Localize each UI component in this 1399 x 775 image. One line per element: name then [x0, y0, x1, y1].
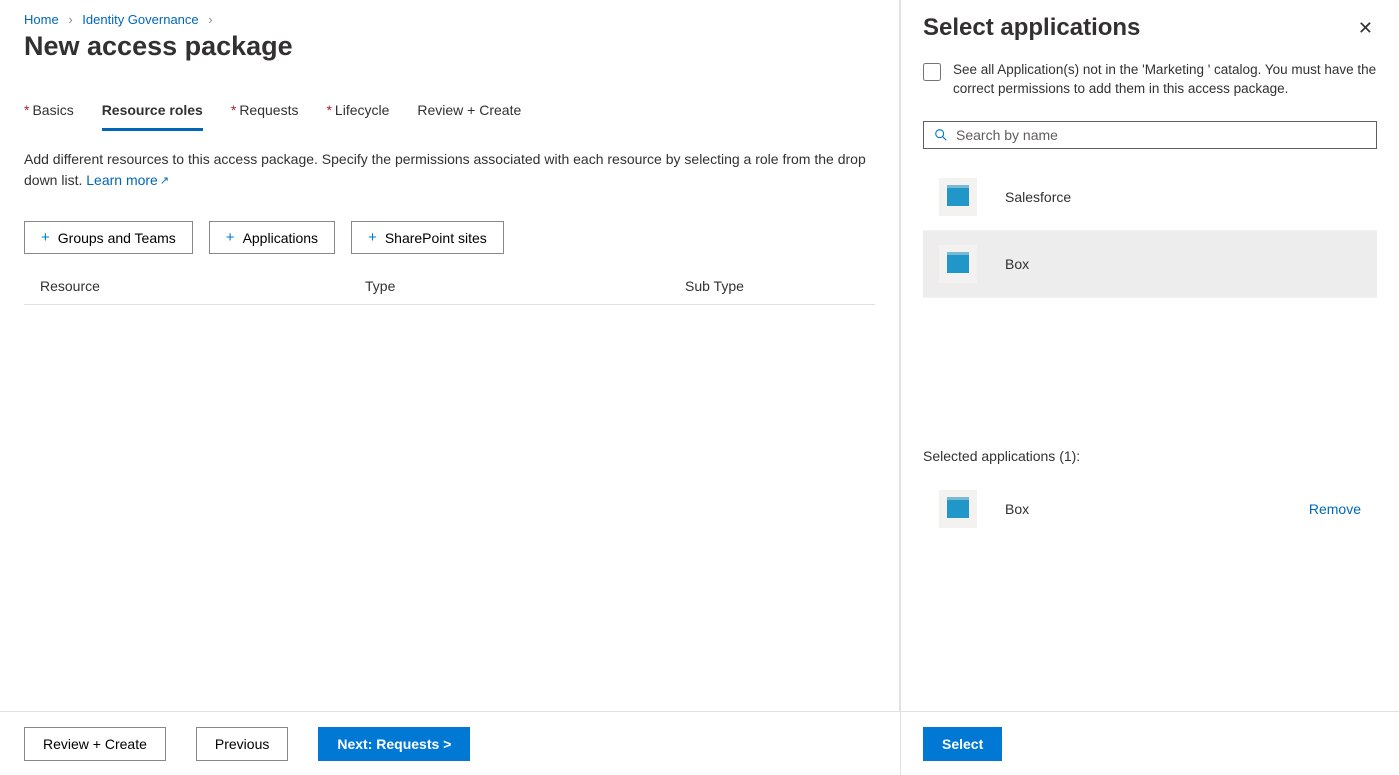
- tab-basics[interactable]: *Basics: [24, 102, 74, 131]
- see-all-checkbox[interactable]: [923, 63, 941, 81]
- panel-footer: Select: [901, 711, 1399, 775]
- next-button[interactable]: Next: Requests >: [318, 727, 470, 761]
- select-button[interactable]: Select: [923, 727, 1002, 761]
- app-icon: [939, 490, 977, 528]
- description-text: Add different resources to this access p…: [24, 149, 875, 191]
- app-icon: [939, 245, 977, 283]
- external-link-icon: ↗: [160, 175, 169, 187]
- add-groups-button[interactable]: +Groups and Teams: [24, 221, 193, 254]
- app-name: Salesforce: [1005, 189, 1071, 205]
- footer-bar: Review + Create Previous Next: Requests …: [0, 711, 900, 775]
- breadcrumb-identity-governance[interactable]: Identity Governance: [82, 12, 198, 27]
- tab-lifecycle[interactable]: *Lifecycle: [326, 102, 389, 131]
- see-all-label: See all Application(s) not in the 'Marke…: [953, 61, 1377, 99]
- table-header: Resource Type Sub Type: [24, 268, 875, 305]
- app-name: Box: [1005, 256, 1029, 272]
- app-row-salesforce[interactable]: Salesforce: [923, 164, 1377, 231]
- add-sharepoint-button[interactable]: +SharePoint sites: [351, 221, 504, 254]
- th-type: Type: [365, 278, 685, 294]
- previous-button[interactable]: Previous: [196, 727, 288, 761]
- chevron-right-icon: ›: [68, 12, 72, 27]
- search-input[interactable]: [956, 127, 1366, 143]
- app-row-box[interactable]: Box: [923, 231, 1377, 298]
- selected-app-row: Box Remove: [923, 480, 1377, 538]
- plus-icon: +: [368, 229, 377, 246]
- select-applications-panel: Select applications ✕ See all Applicatio…: [900, 0, 1399, 775]
- resource-buttons: +Groups and Teams +Applications +SharePo…: [24, 221, 875, 254]
- review-create-button[interactable]: Review + Create: [24, 727, 166, 761]
- tab-resource-roles[interactable]: Resource roles: [102, 102, 203, 131]
- add-applications-button[interactable]: +Applications: [209, 221, 335, 254]
- see-all-checkbox-row: See all Application(s) not in the 'Marke…: [923, 61, 1377, 99]
- tab-bar: *Basics Resource roles *Requests *Lifecy…: [24, 102, 875, 131]
- selected-app-name: Box: [1005, 501, 1281, 517]
- tab-requests[interactable]: *Requests: [231, 102, 299, 131]
- plus-icon: +: [41, 229, 50, 246]
- chevron-right-icon: ›: [208, 12, 212, 27]
- search-icon: [934, 128, 948, 142]
- plus-icon: +: [226, 229, 235, 246]
- search-box[interactable]: [923, 121, 1377, 149]
- tab-review-create[interactable]: Review + Create: [417, 102, 521, 131]
- learn-more-link[interactable]: Learn more↗: [86, 172, 169, 188]
- breadcrumb-home[interactable]: Home: [24, 12, 59, 27]
- page-title: New access package: [24, 31, 875, 62]
- th-resource: Resource: [40, 278, 365, 294]
- close-icon[interactable]: ✕: [1354, 14, 1377, 43]
- th-subtype: Sub Type: [685, 278, 859, 294]
- selected-apps-header: Selected applications (1):: [923, 448, 1377, 464]
- app-icon: [939, 178, 977, 216]
- panel-title: Select applications: [923, 14, 1140, 42]
- breadcrumb: Home › Identity Governance ›: [24, 12, 875, 27]
- main-content: Home › Identity Governance › New access …: [0, 0, 900, 775]
- remove-link[interactable]: Remove: [1309, 501, 1361, 517]
